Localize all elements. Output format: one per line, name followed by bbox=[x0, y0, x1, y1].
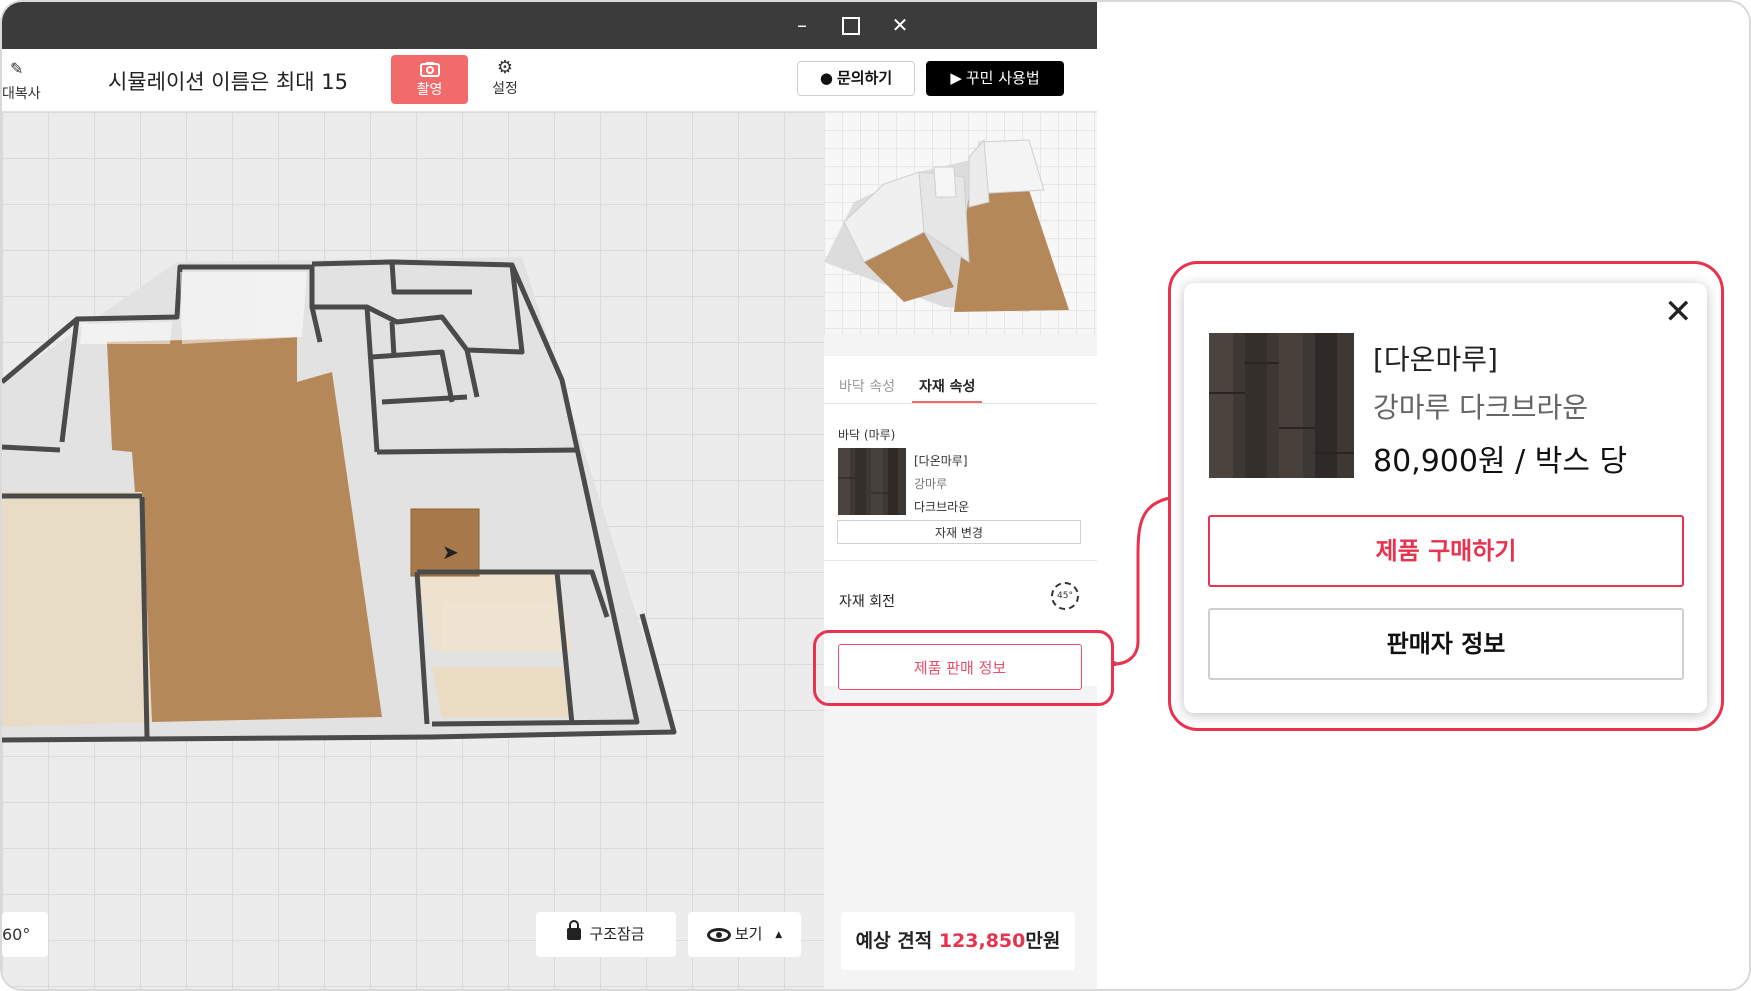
minimap-drawing bbox=[824, 138, 1069, 312]
tab-material-properties[interactable]: 자재 속성 bbox=[919, 376, 975, 396]
capture-label: 촬영 bbox=[416, 82, 443, 98]
pen-icon: ✎ bbox=[10, 59, 24, 78]
inquiry-label: 문의하기 bbox=[836, 69, 893, 87]
structure-lock-label: 구조잠금 bbox=[589, 925, 645, 943]
change-material-button[interactable]: 자재 변경 bbox=[837, 520, 1081, 544]
popup-close-icon[interactable]: ✕ bbox=[1664, 295, 1693, 329]
copy-label: 대복사 bbox=[2, 86, 41, 102]
small-room-floor bbox=[442, 602, 562, 652]
material-color: 다크브라운 bbox=[914, 500, 970, 514]
caret-up-icon: ▲ bbox=[775, 930, 783, 940]
play-icon: ▶ bbox=[950, 69, 962, 87]
seller-info-button[interactable]: 판매자 정보 bbox=[1208, 608, 1684, 680]
structure-lock-button[interactable]: 구조잠금 bbox=[536, 912, 676, 957]
guide-button[interactable]: ▶ 꾸민 사용법 bbox=[926, 61, 1064, 96]
maximize-icon bbox=[842, 17, 860, 35]
settings-button[interactable]: ⚙ 설정 bbox=[480, 55, 530, 104]
left-room-floor bbox=[2, 492, 152, 727]
close-window-button[interactable]: ✕ bbox=[884, 10, 916, 40]
product-info-popup: ✕ [다온마루] 강마루 다크브라운 80,900원 / 박스 당 제품 구매하… bbox=[1184, 283, 1707, 713]
view-mode-button[interactable]: 보기 ▲ bbox=[688, 912, 801, 957]
floor-plan-3d bbox=[2, 257, 677, 743]
estimate-unit: 만원 bbox=[1025, 930, 1061, 952]
copy-button[interactable]: ✎ 대복사 bbox=[2, 57, 52, 105]
popup-product-brand: [다온마루] bbox=[1373, 343, 1498, 376]
minimap-3d-preview[interactable] bbox=[824, 112, 1097, 334]
popup-product-name: 강마루 다크브라운 bbox=[1373, 391, 1588, 424]
popup-product-price: 80,900원 / 박스 당 bbox=[1373, 444, 1628, 479]
bath-room-floor bbox=[432, 667, 572, 717]
estimate-total: 예상 견적 123,850만원 bbox=[841, 912, 1075, 970]
sale-info-highlight bbox=[813, 630, 1114, 706]
gear-icon: ⚙ bbox=[496, 57, 514, 78]
estimate-prefix: 예상 견적 bbox=[855, 930, 939, 952]
floor-type-label: 바닥 (마루) bbox=[838, 428, 896, 442]
lock-icon bbox=[567, 920, 582, 940]
tab-floor-properties[interactable]: 바닥 속성 bbox=[839, 376, 895, 396]
capture-button[interactable]: 촬영 bbox=[391, 55, 468, 104]
buy-product-button[interactable]: 제품 구매하기 bbox=[1208, 515, 1684, 587]
material-thumbnail bbox=[838, 448, 906, 515]
camera-icon bbox=[419, 62, 440, 77]
maximize-button[interactable] bbox=[835, 10, 867, 40]
material-type: 강마루 bbox=[914, 477, 948, 491]
app-window: – ✕ ✎ 대복사 시뮬레이션 이름은 최대 15 촬영 ⚙ 설정 ● 문의하기… bbox=[2, 2, 1097, 989]
headset-icon: ● bbox=[819, 69, 833, 87]
eye-icon bbox=[706, 928, 731, 942]
inquiry-button[interactable]: ● 문의하기 bbox=[797, 61, 915, 96]
3d-viewport[interactable]: ➤ 60° 구조잠금 보기 ▲ bbox=[2, 112, 824, 989]
guide-label: 꾸민 사용법 bbox=[965, 69, 1040, 87]
panel-divider bbox=[824, 560, 1097, 561]
product-image bbox=[1209, 333, 1354, 478]
material-rotate-label: 자재 회전 bbox=[839, 594, 895, 610]
view-mode-label: 보기 bbox=[734, 925, 763, 943]
minimize-button[interactable]: – bbox=[786, 10, 818, 40]
estimate-value: 123,850 bbox=[938, 930, 1026, 952]
settings-label: 설정 bbox=[492, 81, 518, 97]
right-panel: 바닥 속성 자재 속성 바닥 (마루) [다온마루] 강마루 다크브라운 자재 bbox=[824, 112, 1097, 989]
tab-divider bbox=[824, 403, 1097, 404]
screenshot-frame: – ✕ ✎ 대복사 시뮬레이션 이름은 최대 15 촬영 ⚙ 설정 ● 문의하기… bbox=[0, 0, 1751, 991]
rotate-icon[interactable]: 45° bbox=[1051, 582, 1079, 610]
title-bar: – ✕ bbox=[2, 2, 1097, 49]
simulation-title[interactable]: 시뮬레이션 이름은 최대 15 bbox=[108, 66, 348, 96]
camera-angle-readout[interactable]: 60° bbox=[2, 912, 48, 957]
callout-connector bbox=[1111, 496, 1171, 666]
material-brand: [다온마루] bbox=[914, 454, 968, 468]
top-toolbar: ✎ 대복사 시뮬레이션 이름은 최대 15 촬영 ⚙ 설정 ● 문의하기 ▶ 꾸민 bbox=[2, 49, 1097, 112]
mouse-cursor-icon: ➤ bbox=[442, 540, 459, 564]
